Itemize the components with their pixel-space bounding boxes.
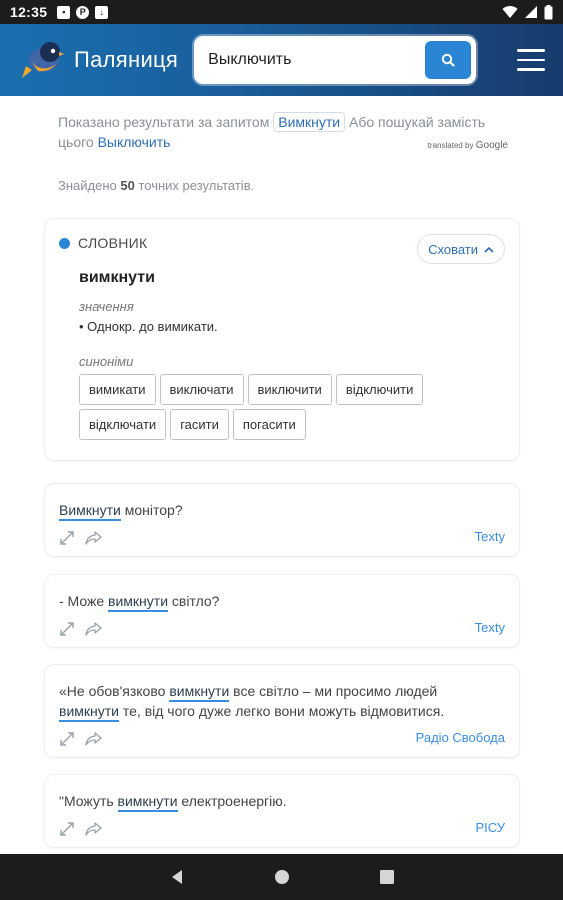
example-text-after: монітор?	[120, 502, 183, 518]
example-actions	[59, 821, 102, 837]
chevron-up-icon	[484, 246, 494, 253]
dictionary-card: СЛОВНИК Сховати вимкнути значення • Одно…	[44, 218, 520, 461]
search-input[interactable]	[208, 51, 426, 69]
example-card: Вимкнути монітор? Texty	[44, 483, 520, 557]
bird-logo-icon[interactable]	[20, 38, 64, 82]
menu-line	[517, 49, 545, 52]
example-text-before: "Можуть	[59, 793, 118, 809]
hide-label: Сховати	[428, 241, 478, 257]
example-text-after: електроенергію.	[177, 793, 287, 809]
example-text: Вимкнути монітор?	[59, 500, 509, 521]
example-text: «Не обов'язково вимкнути все світло – ми…	[59, 681, 509, 722]
synonyms-list: вимикати виключати виключити відключити …	[79, 374, 499, 440]
example-actions	[59, 621, 102, 637]
example-card: "Можуть вимкнути електроенергію. РІСУ	[44, 774, 520, 848]
expand-icon[interactable]	[59, 530, 75, 546]
search-icon	[441, 53, 455, 67]
menu-line	[517, 68, 545, 71]
results-prefix: Знайдено	[58, 178, 117, 193]
status-bar: 12:35 ▪ P ↓	[0, 0, 563, 24]
system-navigation-bar	[0, 854, 563, 900]
expand-icon[interactable]	[59, 731, 75, 747]
synonyms-label: синоніми	[79, 354, 134, 369]
status-time: 12:35	[10, 4, 48, 20]
dictionary-word: вимкнути	[79, 269, 155, 286]
example-card: - Може вимкнути світло? Texty	[44, 574, 520, 648]
meaning-text: Однокр. до вимикати.	[87, 319, 218, 334]
dictionary-section-label: СЛОВНИК	[78, 235, 148, 251]
search-button[interactable]	[425, 41, 472, 79]
translated-by-text: translated by	[427, 141, 474, 150]
results-suffix: точних результатів.	[138, 178, 255, 193]
query-chip[interactable]: Вимкнути	[273, 112, 346, 132]
notice-prefix: Показано результати за запитом	[58, 114, 270, 130]
results-number: 50	[120, 178, 135, 193]
highlighted-word: вимкнути	[169, 683, 230, 702]
source-link[interactable]: Радіо Свобода	[416, 730, 505, 745]
share-icon[interactable]	[85, 530, 102, 546]
synonym-chip[interactable]: вимикати	[79, 374, 156, 405]
example-text-after: все світло – ми просимо людей	[229, 683, 438, 699]
recents-icon[interactable]	[379, 870, 394, 884]
highlighted-word: Вимкнути	[59, 502, 121, 521]
battery-icon	[544, 4, 553, 19]
synonym-chip[interactable]: погасити	[232, 409, 306, 440]
example-card: «Не обов'язково вимкнути все світло – ми…	[44, 664, 520, 758]
highlighted-word: вимкнути	[59, 703, 119, 722]
source-link[interactable]: Texty	[475, 529, 505, 544]
hide-dictionary-button[interactable]: Сховати	[417, 234, 505, 264]
meaning-item: • Однокр. до вимикати.	[79, 319, 218, 334]
synonym-chip[interactable]: виключити	[247, 374, 332, 405]
section-dot-icon	[59, 237, 70, 249]
example-text-after: те, від чого дуже легко вони можуть відм…	[118, 703, 445, 719]
menu-line	[517, 58, 545, 62]
google-logo-text: Google	[475, 140, 508, 151]
app-notification-icon: P	[76, 5, 90, 19]
highlighted-word: вимкнути	[117, 793, 178, 812]
highlighted-word: вимкнути	[108, 593, 169, 612]
share-icon[interactable]	[85, 621, 102, 637]
example-text-before: «Не обов'язково	[59, 683, 170, 699]
app-header: Паляниця	[0, 24, 563, 96]
expand-icon[interactable]	[59, 821, 75, 837]
google-translate-credit: translated by Google	[428, 136, 508, 156]
source-link[interactable]: РІСУ	[476, 820, 506, 835]
example-actions	[59, 731, 102, 747]
example-actions	[59, 530, 102, 546]
example-text: - Може вимкнути світло?	[59, 591, 509, 612]
main-content: Показано результати за запитом Вимкнути …	[0, 96, 563, 854]
share-icon[interactable]	[85, 731, 102, 747]
synonym-chip[interactable]: виключати	[159, 374, 244, 405]
meaning-label: значення	[79, 299, 134, 314]
dictionary-header: СЛОВНИК	[59, 235, 148, 251]
brand-title[interactable]: Паляниця	[74, 47, 178, 73]
search-box	[194, 36, 477, 84]
example-text: "Можуть вимкнути електроенергію.	[59, 791, 509, 812]
synonym-chip[interactable]: відключити	[335, 374, 424, 405]
signal-icon	[525, 6, 537, 18]
translation-notice: Показано результати за запитом Вимкнути …	[58, 112, 508, 152]
back-icon[interactable]	[170, 869, 184, 885]
download-icon: ↓	[95, 5, 109, 19]
notification-icon: ▪	[57, 5, 71, 19]
expand-icon[interactable]	[59, 621, 75, 637]
synonym-chip[interactable]: відключати	[79, 409, 167, 440]
menu-button[interactable]	[517, 49, 545, 71]
original-query-link[interactable]: Выключить	[98, 134, 171, 150]
example-text-after: світло?	[168, 593, 220, 609]
source-link[interactable]: Texty	[475, 620, 505, 635]
wifi-icon	[502, 6, 518, 19]
share-icon[interactable]	[85, 821, 102, 837]
synonym-chip[interactable]: гасити	[170, 409, 229, 440]
home-icon[interactable]	[274, 869, 290, 885]
example-text-before: - Може	[59, 593, 109, 609]
results-count: Знайдено 50 точних результатів.	[58, 178, 254, 193]
